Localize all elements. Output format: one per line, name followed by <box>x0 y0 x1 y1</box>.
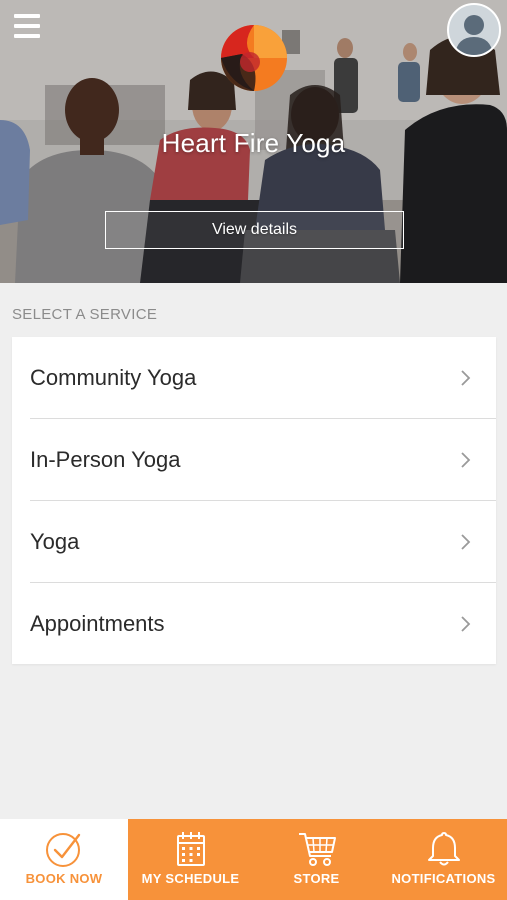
menu-bar <box>14 14 40 18</box>
tab-label: BOOK NOW <box>25 871 103 886</box>
chevron-right-icon <box>461 370 471 386</box>
user-avatar-icon[interactable] <box>447 3 501 57</box>
service-label: Yoga <box>30 529 80 554</box>
studio-name: Heart Fire Yoga <box>161 128 346 158</box>
tab-label: NOTIFICATIONS <box>391 871 496 886</box>
heart-fire-logo <box>221 25 287 91</box>
hamburger-menu-icon[interactable] <box>14 14 40 38</box>
chevron-right-icon <box>461 452 471 468</box>
tab-label: MY SCHEDULE <box>141 871 240 886</box>
service-list: Community Yoga In-Person Yoga Yoga Appoi… <box>12 337 496 664</box>
tab-label: STORE <box>293 871 340 886</box>
tab-my-schedule[interactable]: MY SCHEDULE <box>128 819 253 900</box>
cart-icon <box>298 833 336 866</box>
tab-notifications[interactable]: NOTIFICATIONS <box>380 819 507 900</box>
chevron-right-icon <box>461 615 471 632</box>
service-label: Appointments <box>30 610 165 636</box>
calendar-icon <box>176 832 205 866</box>
bottom-tab-bar: BOOK NOW MY SCHEDULE STORE NOTIFICATIONS <box>0 819 507 900</box>
menu-bar <box>14 24 40 28</box>
service-item-yoga[interactable]: Yoga <box>12 501 496 583</box>
check-circle-icon <box>46 833 81 867</box>
hero-header: Heart Fire Yoga View details <box>0 0 507 283</box>
service-label: In-Person Yoga <box>30 447 181 472</box>
chevron-right-icon <box>461 534 471 550</box>
tab-store[interactable]: STORE <box>253 819 380 900</box>
tab-book-now[interactable]: BOOK NOW <box>0 819 128 900</box>
service-label: Community Yoga <box>30 365 197 390</box>
service-item-in-person-yoga[interactable]: In-Person Yoga <box>12 419 496 501</box>
service-item-appointments[interactable]: Appointments <box>12 583 496 664</box>
service-item-community-yoga[interactable]: Community Yoga <box>12 337 496 419</box>
view-details-button[interactable]: View details <box>105 211 404 249</box>
menu-bar <box>14 34 40 38</box>
section-label: SELECT A SERVICE <box>12 306 158 323</box>
bell-icon <box>427 832 460 866</box>
